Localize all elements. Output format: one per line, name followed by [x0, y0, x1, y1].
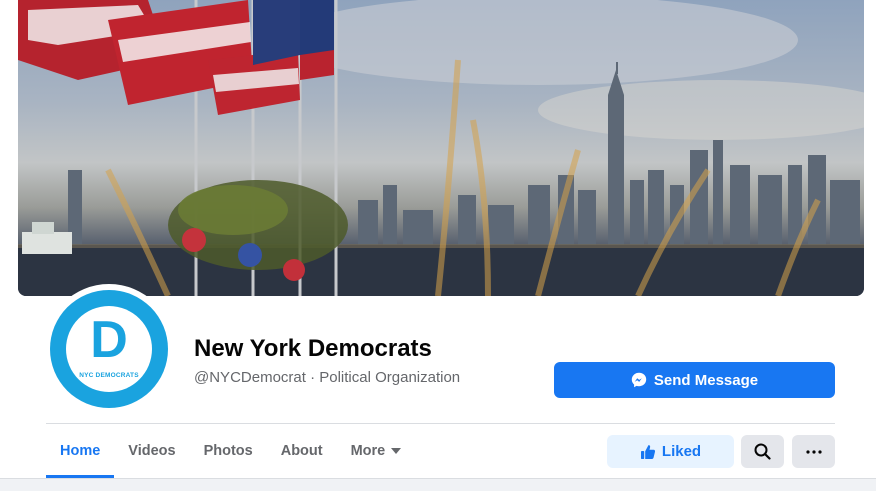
messenger-icon [631, 372, 647, 388]
tab-more-label: More [350, 443, 386, 459]
caret-down-icon [391, 448, 402, 454]
tab-videos-label: Videos [128, 443, 176, 459]
tab-home-label: Home [60, 443, 101, 459]
ellipsis-icon [805, 449, 822, 454]
more-options-button[interactable] [792, 435, 835, 468]
cover-photo-art [18, 0, 864, 296]
tab-about-label: About [280, 443, 323, 459]
liked-button[interactable]: Liked [607, 435, 734, 468]
tab-home[interactable]: Home [46, 424, 115, 478]
tab-more[interactable]: More [337, 424, 416, 478]
avatar-logo-letter: D [90, 311, 128, 369]
avatar-logo-ring: D NYC DEMOCRATS [66, 306, 152, 392]
page-title: New York Democrats [194, 335, 432, 362]
page-tabs: Home Videos Photos About More [46, 424, 415, 478]
feed-background [0, 478, 876, 491]
search-icon [754, 443, 771, 460]
cover-photo [18, 0, 864, 296]
tab-videos[interactable]: Videos [114, 424, 189, 478]
avatar-logo: D NYC DEMOCRATS [50, 290, 168, 408]
tab-photos[interactable]: Photos [190, 424, 267, 478]
tab-photos-label: Photos [203, 443, 253, 459]
search-button[interactable] [741, 435, 784, 468]
avatar-logo-caption: NYC DEMOCRATS [79, 372, 139, 379]
liked-label: Liked [661, 443, 702, 460]
page-subtitle: @NYCDemocrat · Political Organization [194, 369, 461, 386]
tab-about[interactable]: About [267, 424, 337, 478]
thumbs-up-icon [640, 444, 655, 459]
page-avatar[interactable]: D NYC DEMOCRATS [44, 284, 174, 414]
send-message-label: Send Message [653, 371, 759, 389]
send-message-button[interactable]: Send Message [554, 362, 835, 398]
